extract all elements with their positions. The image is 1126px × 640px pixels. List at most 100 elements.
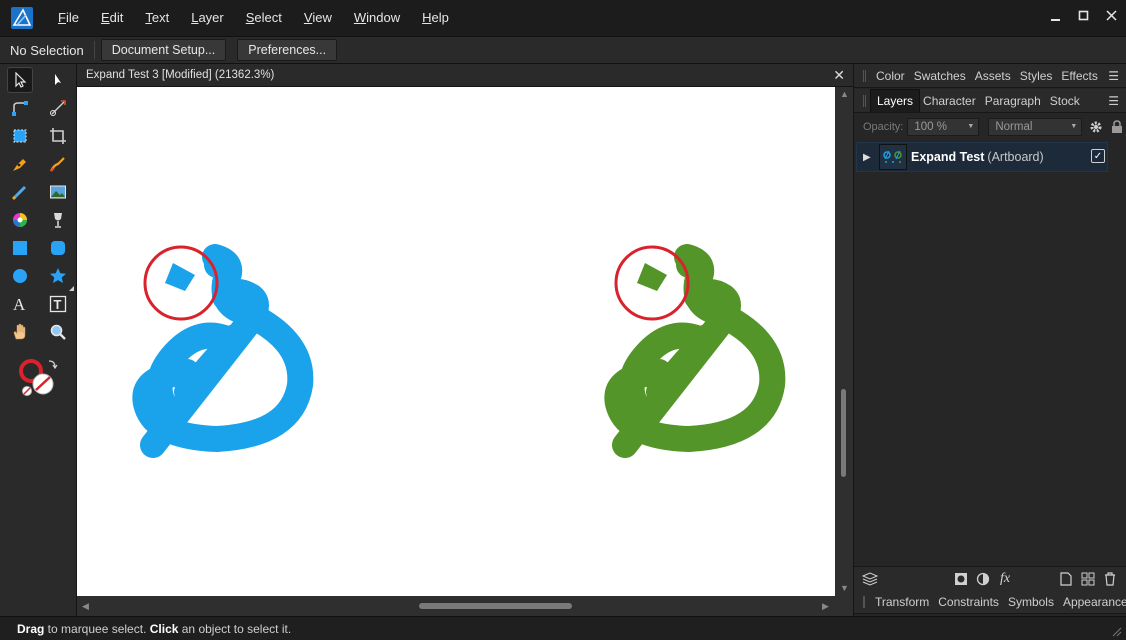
fill-stroke-selector[interactable] <box>16 357 62 397</box>
horizontal-scrollbar[interactable]: ◀ ▶ <box>77 596 835 616</box>
menu-file[interactable]: File <box>47 0 90 36</box>
layer-name: Expand Test <box>911 150 985 164</box>
menu-layer[interactable]: Layer <box>180 0 235 36</box>
tab-effects[interactable]: Effects <box>1061 69 1097 83</box>
adjustment-icon[interactable] <box>975 571 991 587</box>
group-icon[interactable] <box>1080 571 1096 587</box>
artistic-text-tool[interactable]: A <box>7 291 33 317</box>
ellipse-tool[interactable] <box>7 263 33 289</box>
layer-kind: (Artboard) <box>987 150 1044 164</box>
status-click-text: an object to select it. <box>178 622 292 636</box>
image-icon <box>50 185 66 199</box>
mask-icon[interactable] <box>953 571 969 587</box>
corner-tool[interactable] <box>7 95 33 121</box>
view-tool[interactable] <box>7 319 33 345</box>
vector-brush-icon <box>50 157 65 172</box>
close-document-button[interactable]: ✕ <box>833 67 845 84</box>
star-icon <box>50 268 66 283</box>
vertical-scroll-thumb[interactable] <box>841 389 846 477</box>
blue-shape-notch <box>165 263 195 291</box>
opacity-dropdown[interactable]: 100 % ▼ <box>907 118 980 136</box>
frame-text-tool[interactable]: T <box>45 291 71 317</box>
rounded-rectangle-icon <box>51 241 65 255</box>
brush-tool[interactable] <box>7 179 33 205</box>
tab-symbols[interactable]: Symbols <box>1008 595 1054 609</box>
artboard-tool[interactable] <box>7 123 33 149</box>
vertical-scrollbar[interactable]: ▲ ▼ <box>835 87 853 596</box>
star-tool[interactable] <box>45 263 74 291</box>
document-setup-button[interactable]: Document Setup... <box>100 39 227 61</box>
green-shape-notch <box>637 263 667 291</box>
blue-shape[interactable] <box>132 244 314 458</box>
trash-icon[interactable] <box>1102 571 1118 587</box>
move-tool[interactable] <box>7 67 33 93</box>
artboard-icon <box>13 129 27 143</box>
fill-tool[interactable] <box>7 207 33 233</box>
tab-swatches[interactable]: Swatches <box>914 69 966 83</box>
rounded-rectangle-tool[interactable] <box>45 235 71 261</box>
new-layer-icon[interactable] <box>1058 571 1074 587</box>
panel-grip[interactable] <box>863 94 866 107</box>
menu-text[interactable]: Text <box>134 0 180 36</box>
layer-stack-icon[interactable] <box>862 571 878 587</box>
minimize-button[interactable] <box>1042 0 1070 32</box>
scroll-right-icon[interactable]: ▶ <box>822 601 829 612</box>
green-shape[interactable] <box>604 244 786 458</box>
blend-mode-dropdown[interactable]: Normal ▼ <box>988 118 1083 136</box>
point-transform-tool[interactable] <box>45 95 71 121</box>
crop-tool[interactable] <box>45 123 71 149</box>
affinity-designer-logo-icon <box>11 7 33 29</box>
menu-help[interactable]: Help <box>411 0 460 36</box>
fx-icon[interactable]: fx <box>997 571 1013 587</box>
menu-select[interactable]: Select <box>235 0 293 36</box>
canvas-area[interactable]: ▲ ▼ ◀ ▶ <box>77 87 853 616</box>
scroll-down-icon[interactable]: ▼ <box>840 583 849 593</box>
expand-arrow-icon[interactable]: ▶ <box>863 152 879 163</box>
tab-paragraph[interactable]: Paragraph <box>985 94 1041 108</box>
gear-icon[interactable] <box>1089 120 1103 134</box>
tab-constraints[interactable]: Constraints <box>938 595 999 609</box>
preferences-button[interactable]: Preferences... <box>237 39 338 61</box>
artboard-canvas[interactable] <box>77 87 835 596</box>
layer-thumbnail <box>879 144 907 170</box>
layer-visibility-checkbox[interactable]: ✓ <box>1091 149 1105 163</box>
divider <box>93 41 95 59</box>
pencil-tool[interactable] <box>45 151 71 177</box>
tab-appearance[interactable]: Appearance <box>1063 595 1126 609</box>
layer-controls: Opacity: 100 % ▼ Normal ▼ <box>854 114 1126 140</box>
document-tab[interactable]: Expand Test 3 [Modified] (21362.3%) ✕ <box>77 64 853 87</box>
tab-color[interactable]: Color <box>876 69 905 83</box>
node-tool[interactable] <box>45 67 71 93</box>
rectangle-tool[interactable] <box>7 235 33 261</box>
resize-grip-icon[interactable] <box>1112 627 1122 637</box>
close-window-button[interactable] <box>1098 0 1126 32</box>
menu-edit[interactable]: Edit <box>90 0 134 36</box>
scroll-up-icon[interactable]: ▲ <box>840 89 849 99</box>
scroll-left-icon[interactable]: ◀ <box>82 601 89 612</box>
hand-icon <box>13 323 26 340</box>
maximize-button[interactable] <box>1070 0 1098 32</box>
fill-stroke-swatch-icon <box>19 359 58 396</box>
horizontal-scroll-thumb[interactable] <box>419 603 572 609</box>
zoom-tool[interactable] <box>45 319 71 345</box>
menu-view[interactable]: View <box>293 0 343 36</box>
place-image-tool[interactable] <box>45 179 71 205</box>
layer-row-expand-test[interactable]: ▶ Expand Test (Artboard) ✓ <box>856 142 1108 172</box>
panel-grip[interactable] <box>863 595 865 608</box>
lock-icon[interactable] <box>1111 120 1123 134</box>
tab-assets[interactable]: Assets <box>975 69 1011 83</box>
pen-tool[interactable] <box>7 151 33 177</box>
artwork <box>132 244 786 458</box>
panel-menu-icon[interactable]: ☰ <box>1108 69 1119 83</box>
transparency-tool[interactable] <box>45 207 71 233</box>
tab-stock[interactable]: Stock <box>1050 94 1080 108</box>
panel-menu-icon[interactable]: ☰ <box>1108 94 1119 108</box>
panel-grip[interactable] <box>863 69 866 82</box>
menu-window[interactable]: Window <box>343 0 411 36</box>
tab-character[interactable]: Character <box>923 94 976 108</box>
tab-transform[interactable]: Transform <box>875 595 929 609</box>
tab-layers[interactable]: Layers <box>870 89 921 112</box>
frame-text-icon: T <box>49 295 67 313</box>
status-hint: Drag to marquee select. Click an object … <box>17 622 291 636</box>
tab-styles[interactable]: Styles <box>1020 69 1053 83</box>
